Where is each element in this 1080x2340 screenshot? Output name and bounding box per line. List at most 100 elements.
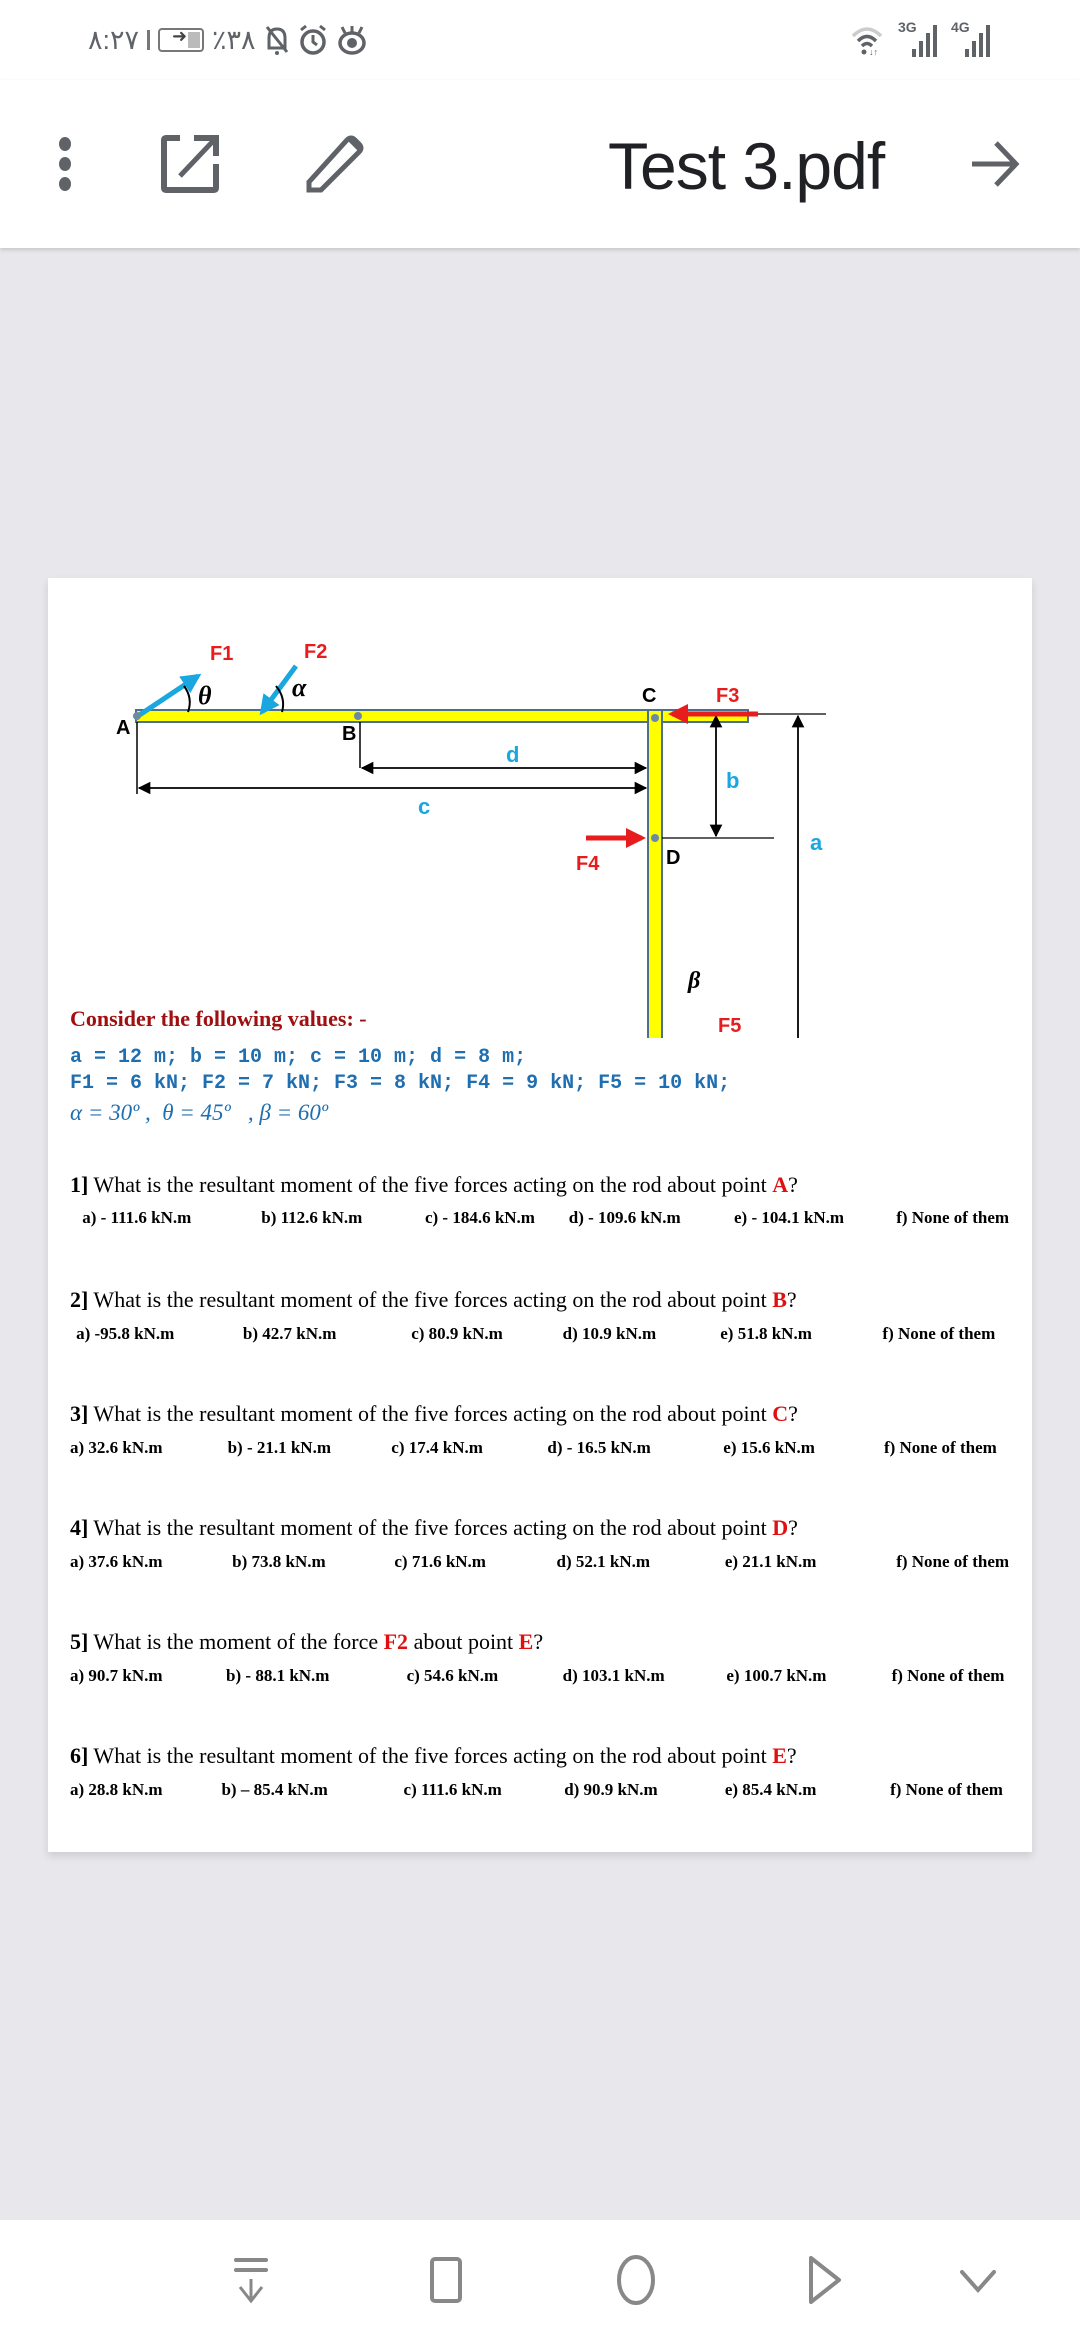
- answer-option: f) None of them: [882, 1324, 996, 1343]
- answer-option: f) None of them: [896, 1552, 1010, 1571]
- question-highlight-point: B: [772, 1287, 787, 1312]
- recents-button[interactable]: [416, 2250, 476, 2310]
- home-button[interactable]: [606, 2250, 666, 2310]
- label-f2: F2: [304, 641, 327, 663]
- rod-vertical: [647, 709, 663, 1038]
- back-button[interactable]: [795, 2250, 855, 2310]
- force-diagram: F1 F2 F3 F4 F5 A B C D E a b c d θ α β: [116, 641, 826, 1038]
- label-dim-d: d: [506, 742, 519, 767]
- question-highlight-point: D: [772, 1515, 789, 1540]
- question-text: ?: [788, 1401, 798, 1426]
- answer-option: c) 54.6 kN.m: [406, 1666, 499, 1685]
- answer-option: e) 15.6 kN.m: [723, 1438, 815, 1457]
- question-text: ?: [533, 1629, 544, 1654]
- label-point-c: C: [642, 685, 656, 707]
- answer-option: a) 90.7 kN.m: [70, 1666, 163, 1685]
- question-text: What is the resultant moment of the five…: [88, 1743, 773, 1768]
- signal-4g-icon: 4G: [951, 19, 990, 57]
- hide-navbar-icon: [234, 2258, 268, 2304]
- edit-button[interactable]: [295, 120, 375, 208]
- joint-a: [133, 712, 141, 720]
- answer-option: d) 90.9 kN.m: [564, 1780, 658, 1799]
- answer-option: c) 111.6 kN.m: [403, 1780, 502, 1799]
- label-alpha: α: [292, 673, 307, 702]
- values-angles: α = 30º , θ = 45º , β = 60º: [70, 1100, 329, 1125]
- question-text: What is the resultant moment of the five…: [88, 1515, 773, 1540]
- label-dim-c: c: [418, 794, 430, 819]
- joint-c: [651, 714, 659, 722]
- question-highlight-point: C: [772, 1401, 789, 1426]
- label-dim-a: a: [810, 830, 823, 855]
- answer-option: b) – 85.4 kN.m: [221, 1780, 328, 1799]
- home-icon: [617, 2255, 655, 2305]
- question-6: 6] What is the resultant moment of the f…: [70, 1743, 797, 1769]
- question-text: ?: [788, 1172, 798, 1197]
- label-dim-b: b: [726, 768, 739, 793]
- status-left: ٨:٢٧ ➜ ٪٣٨: [88, 20, 368, 60]
- collapse-chevron-icon: [960, 2270, 996, 2294]
- answer-option: c) - 184.6 kN.m: [424, 1208, 535, 1227]
- more-options-button[interactable]: [40, 120, 90, 208]
- open-with-button[interactable]: [150, 120, 230, 208]
- question-2: 2] What is the resultant moment of the f…: [70, 1287, 797, 1313]
- hide-navbar-button[interactable]: [222, 2250, 282, 2310]
- answer-option: a) - 111.6 kN.m: [82, 1208, 192, 1227]
- collapse-navbar-button[interactable]: [950, 2256, 1006, 2306]
- label-point-b: B: [342, 723, 356, 745]
- answer-option: b) - 88.1 kN.m: [226, 1666, 330, 1685]
- question-text: What is the resultant moment of the five…: [88, 1401, 773, 1426]
- document-title: Test 3.pdf: [608, 129, 885, 203]
- label-f5: F5: [718, 1015, 741, 1037]
- answer-option: c) 17.4 kN.m: [391, 1438, 483, 1457]
- answer-option: d) - 109.6 kN.m: [568, 1208, 681, 1227]
- answer-option: d) 10.9 kN.m: [562, 1324, 657, 1343]
- alarm-icon: [299, 24, 326, 55]
- answer-option: c) 71.6 kN.m: [394, 1552, 486, 1571]
- question-text: What is the moment of the force: [88, 1629, 384, 1654]
- answer-option: f) None of them: [896, 1208, 1010, 1227]
- answer-option: b) 42.7 kN.m: [242, 1324, 337, 1343]
- question-number: 1]: [70, 1172, 89, 1197]
- label-f3: F3: [716, 685, 739, 707]
- question-number: 5]: [70, 1629, 89, 1654]
- forward-button[interactable]: [960, 124, 1030, 204]
- svg-text:↓↑: ↓↑: [869, 47, 878, 56]
- question-text: ?: [786, 1287, 797, 1312]
- answer-option: e) 100.7 kN.m: [726, 1666, 827, 1685]
- question-1: 1] What is the resultant moment of the f…: [70, 1172, 798, 1198]
- label-f4: F4: [576, 853, 600, 875]
- answer-option: e) - 104.1 kN.m: [734, 1208, 845, 1227]
- answer-option: f) None of them: [890, 1780, 1003, 1799]
- battery-charging-icon: ➜: [158, 26, 205, 52]
- open-external-icon: [161, 135, 219, 193]
- wifi-icon: ↓↑: [851, 27, 883, 56]
- answer-option: a) 32.6 kN.m: [70, 1438, 163, 1457]
- label-point-d: D: [666, 847, 680, 869]
- battery-percent: ٪٣٨: [212, 24, 256, 55]
- question-number: 3]: [70, 1401, 89, 1426]
- answer-option: a) 37.6 kN.m: [70, 1552, 163, 1571]
- question-number: 6]: [70, 1743, 89, 1768]
- values-forces: F1 = 6 kN; F2 = 7 kN; F3 = 8 kN; F4 = 9 …: [70, 1072, 731, 1095]
- answer-option: a) 28.8 kN.m: [70, 1780, 163, 1799]
- clock: ٨:٢٧: [88, 24, 140, 55]
- more-vert-icon: [59, 137, 71, 191]
- answer-option: b) 73.8 kN.m: [232, 1552, 326, 1571]
- answer-option: d) 52.1 kN.m: [556, 1552, 651, 1571]
- label-point-a: A: [116, 717, 130, 739]
- eye-comfort-icon: [337, 26, 366, 55]
- question-text: What is the resultant moment of the five…: [88, 1172, 773, 1197]
- question-highlight-force: F2: [383, 1629, 409, 1654]
- answer-option: b) 112.6 kN.m: [261, 1208, 363, 1227]
- answer-option: d) 103.1 kN.m: [562, 1666, 665, 1685]
- status-bar: ٨:٢٧ ➜ ٪٣٨ ↓↑ 3G 4G: [0, 0, 1080, 80]
- answer-option: d) - 16.5 kN.m: [547, 1438, 651, 1457]
- question-number: 4]: [70, 1515, 89, 1540]
- pdf-page[interactable]: F1 F2 F3 F4 F5 A B C D E a b c d θ α β C…: [48, 578, 1032, 1852]
- question-text: about point: [408, 1629, 519, 1654]
- question-highlight-point: E: [772, 1743, 787, 1768]
- mute-bell-icon: [265, 26, 288, 55]
- separator: [147, 30, 151, 50]
- label-f1: F1: [210, 643, 233, 665]
- joint-b: [354, 712, 362, 720]
